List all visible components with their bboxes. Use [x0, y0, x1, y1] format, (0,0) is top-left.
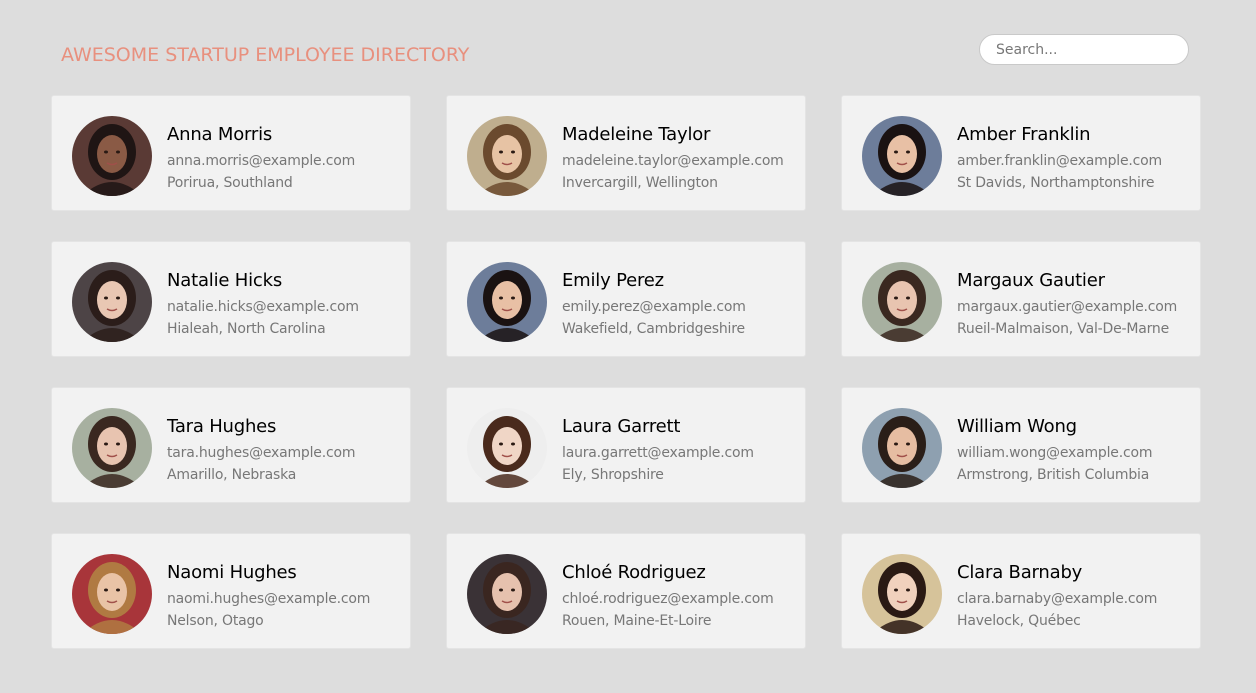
employee-info: Clara Barnaby clara.barnaby@example.com Ha… — [957, 561, 1192, 632]
avatar — [862, 554, 942, 634]
avatar — [467, 116, 547, 196]
employee-card[interactable]: Anna Morris anna.morris@example.com Poriru… — [51, 95, 411, 211]
avatar — [862, 116, 942, 196]
avatar — [72, 262, 152, 342]
employee-card[interactable]: Laura Garrett laura.garrett@example.com El… — [446, 387, 806, 503]
employee-name: Laura Garrett — [562, 416, 681, 437]
employee-email: emily.perez@example.com — [562, 299, 746, 315]
employee-location: Amarillo, Nebraska — [167, 467, 297, 483]
employee-grid: Anna Morris anna.morris@example.com Poriru… — [51, 95, 1201, 649]
avatar — [862, 408, 942, 488]
avatar — [72, 554, 152, 634]
employee-info: Emily Perez emily.perez@example.com Wakefi… — [562, 269, 797, 340]
avatar — [72, 408, 152, 488]
employee-info: Natalie Hicks natalie.hicks@example.com Hi… — [167, 269, 402, 340]
page-title: AWESOME STARTUP EMPLOYEE DIRECTORY — [61, 44, 470, 66]
avatar — [72, 116, 152, 196]
employee-card[interactable]: Chloé Rodriguez chloé.rodriguez@example.c… — [446, 533, 806, 649]
employee-email: amber.franklin@example.com — [957, 153, 1162, 169]
employee-info: Madeleine Taylor madeleine.taylor@example… — [562, 123, 797, 194]
employee-info: Amber Franklin amber.franklin@example.com… — [957, 123, 1192, 194]
employee-name: Clara Barnaby — [957, 562, 1083, 583]
employee-email: laura.garrett@example.com — [562, 445, 754, 461]
employee-card[interactable]: Natalie Hicks natalie.hicks@example.com Hi… — [51, 241, 411, 357]
employee-name: Natalie Hicks — [167, 270, 283, 291]
employee-name: Emily Perez — [562, 270, 664, 291]
employee-info: Laura Garrett laura.garrett@example.com El… — [562, 415, 797, 486]
employee-location: St Davids, Northamptonshire — [957, 175, 1155, 191]
employee-location: Nelson, Otago — [167, 613, 264, 629]
employee-name: Anna Morris — [167, 124, 273, 145]
employee-name: Chloé Rodriguez — [562, 562, 706, 583]
employee-location: Wakefield, Cambridgeshire — [562, 321, 745, 337]
employee-card[interactable]: Naomi Hughes naomi.hughes@example.com Nels… — [51, 533, 411, 649]
employee-email: tara.hughes@example.com — [167, 445, 356, 461]
employee-name: Tara Hughes — [167, 416, 277, 437]
employee-email: william.wong@example.com — [957, 445, 1153, 461]
employee-info: Margaux Gautier margaux.gautier@example.c… — [957, 269, 1192, 340]
employee-info: Anna Morris anna.morris@example.com Poriru… — [167, 123, 402, 194]
employee-card[interactable]: Clara Barnaby clara.barnaby@example.com Ha… — [841, 533, 1201, 649]
employee-location: Ely, Shropshire — [562, 467, 664, 483]
employee-location: Porirua, Southland — [167, 175, 293, 191]
employee-info: Chloé Rodriguez chloé.rodriguez@example.c… — [562, 561, 797, 632]
employee-name: Amber Franklin — [957, 124, 1091, 145]
employee-email: chloé.rodriguez@example.com — [562, 591, 774, 607]
employee-info: Naomi Hughes naomi.hughes@example.com Nels… — [167, 561, 402, 632]
avatar — [467, 408, 547, 488]
employee-email: margaux.gautier@example.com — [957, 299, 1178, 315]
employee-info: William Wong william.wong@example.com Arms… — [957, 415, 1192, 486]
avatar — [467, 554, 547, 634]
employee-card[interactable]: William Wong william.wong@example.com Arms… — [841, 387, 1201, 503]
employee-location: Havelock, Québec — [957, 613, 1081, 629]
avatar — [467, 262, 547, 342]
employee-card[interactable]: Madeleine Taylor madeleine.taylor@example… — [446, 95, 806, 211]
employee-location: Armstrong, British Columbia — [957, 467, 1150, 483]
employee-email: clara.barnaby@example.com — [957, 591, 1158, 607]
employee-info: Tara Hughes tara.hughes@example.com Amaril… — [167, 415, 402, 486]
employee-name: Naomi Hughes — [167, 562, 297, 583]
employee-name: Madeleine Taylor — [562, 124, 711, 145]
employee-location: Rueil-Malmaison, Val-De-Marne — [957, 321, 1170, 337]
employee-card[interactable]: Amber Franklin amber.franklin@example.com… — [841, 95, 1201, 211]
avatar — [862, 262, 942, 342]
employee-card[interactable]: Tara Hughes tara.hughes@example.com Amaril… — [51, 387, 411, 503]
employee-email: natalie.hicks@example.com — [167, 299, 359, 315]
employee-name: William Wong — [957, 416, 1077, 437]
header: AWESOME STARTUP EMPLOYEE DIRECTORY — [0, 0, 1256, 90]
employee-email: madeleine.taylor@example.com — [562, 153, 784, 169]
employee-location: Rouen, Maine-Et-Loire — [562, 613, 712, 629]
employee-card[interactable]: Margaux Gautier margaux.gautier@example.c… — [841, 241, 1201, 357]
employee-name: Margaux Gautier — [957, 270, 1105, 291]
employee-location: Hialeah, North Carolina — [167, 321, 326, 337]
employee-email: anna.morris@example.com — [167, 153, 356, 169]
employee-location: Invercargill, Wellington — [562, 175, 718, 191]
search-input[interactable] — [979, 34, 1189, 65]
employee-email: naomi.hughes@example.com — [167, 591, 371, 607]
employee-card[interactable]: Emily Perez emily.perez@example.com Wakefi… — [446, 241, 806, 357]
